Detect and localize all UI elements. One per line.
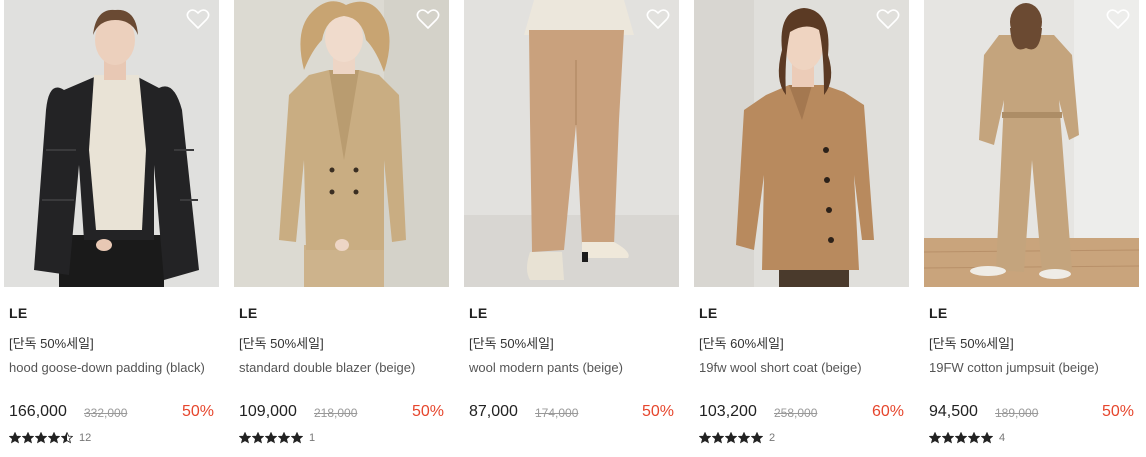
heart-outline-icon[interactable] xyxy=(876,8,900,30)
star-icon xyxy=(929,432,941,444)
product-card[interactable]: LE [단독 50%세일] 19FW cotton jumpsuit (beig… xyxy=(924,0,1139,457)
rating: 4 xyxy=(929,431,1005,445)
star-icon xyxy=(738,432,750,444)
star-icon xyxy=(22,432,34,444)
product-image[interactable] xyxy=(694,0,909,287)
product-grid: LE [단독 50%세일] hood goose-down padding (b… xyxy=(0,0,1146,457)
star-icon xyxy=(699,432,711,444)
sale-price: 109,000 xyxy=(239,403,297,420)
rating: 12 xyxy=(9,431,91,445)
product-image[interactable] xyxy=(464,0,679,287)
promo-label: [단독 50%세일] xyxy=(9,336,94,351)
star-icon xyxy=(751,432,763,444)
price-row: 87,000 174,000 50% xyxy=(469,403,674,423)
star-icon xyxy=(291,432,303,444)
star-icon xyxy=(239,432,251,444)
product-card[interactable]: LE [단독 50%세일] hood goose-down padding (b… xyxy=(4,0,219,457)
sale-price: 94,500 xyxy=(929,403,978,420)
product-card[interactable]: LE [단독 50%세일] wool modern pants (beige) … xyxy=(464,0,679,457)
review-count: 2 xyxy=(769,432,776,444)
star-icon xyxy=(712,432,724,444)
discount-rate: 50% xyxy=(1101,403,1134,420)
product-name[interactable]: standard double blazer (beige) xyxy=(239,360,444,376)
product-image[interactable] xyxy=(234,0,449,287)
discount-rate: 50% xyxy=(641,403,674,420)
price-row: 103,200 258,000 60% xyxy=(699,403,904,423)
price-row: 166,000 332,000 50% xyxy=(9,403,214,423)
review-count: 1 xyxy=(309,432,316,444)
discount-rate: 50% xyxy=(411,403,444,420)
star-icon xyxy=(278,432,290,444)
star-rating xyxy=(699,432,764,444)
heart-outline-icon[interactable] xyxy=(416,8,440,30)
star-icon xyxy=(955,432,967,444)
discount-rate: 50% xyxy=(181,403,214,420)
star-icon xyxy=(725,432,737,444)
promo-label: [단독 60%세일] xyxy=(699,336,784,351)
star-rating xyxy=(239,432,304,444)
original-price: 332,000 xyxy=(84,406,128,420)
star-icon xyxy=(968,432,980,444)
original-price: 174,000 xyxy=(535,406,579,420)
promo-label: [단독 50%세일] xyxy=(469,336,554,351)
product-name[interactable]: 19FW cotton jumpsuit (beige) xyxy=(929,360,1134,376)
original-price: 189,000 xyxy=(995,406,1039,420)
brand-name[interactable]: LE xyxy=(469,305,488,321)
product-name[interactable]: 19fw wool short coat (beige) xyxy=(699,360,904,376)
star-icon xyxy=(61,432,73,444)
sale-price: 87,000 xyxy=(469,403,518,420)
star-icon xyxy=(35,432,47,444)
star-icon xyxy=(265,432,277,444)
product-card[interactable]: LE [단독 60%세일] 19fw wool short coat (beig… xyxy=(694,0,909,457)
product-name[interactable]: wool modern pants (beige) xyxy=(469,360,674,376)
brand-name[interactable]: LE xyxy=(929,305,948,321)
promo-label: [단독 50%세일] xyxy=(239,336,324,351)
original-price: 258,000 xyxy=(774,406,818,420)
brand-name[interactable]: LE xyxy=(699,305,718,321)
product-image[interactable] xyxy=(4,0,219,287)
original-price: 218,000 xyxy=(314,406,358,420)
star-icon xyxy=(942,432,954,444)
rating: 1 xyxy=(239,431,315,445)
star-icon xyxy=(48,432,60,444)
price-row: 109,000 218,000 50% xyxy=(239,403,444,423)
star-icon xyxy=(252,432,264,444)
heart-outline-icon[interactable] xyxy=(186,8,210,30)
rating: 2 xyxy=(699,431,775,445)
price-row: 94,500 189,000 50% xyxy=(929,403,1134,423)
sale-price: 166,000 xyxy=(9,403,67,420)
brand-name[interactable]: LE xyxy=(239,305,258,321)
star-icon xyxy=(981,432,993,444)
heart-outline-icon[interactable] xyxy=(1106,8,1130,30)
heart-outline-icon[interactable] xyxy=(646,8,670,30)
product-card[interactable]: LE [단독 50%세일] standard double blazer (be… xyxy=(234,0,449,457)
product-image[interactable] xyxy=(924,0,1139,287)
sale-price: 103,200 xyxy=(699,403,757,420)
promo-label: [단독 50%세일] xyxy=(929,336,1014,351)
brand-name[interactable]: LE xyxy=(9,305,28,321)
star-icon xyxy=(9,432,21,444)
discount-rate: 60% xyxy=(871,403,904,420)
star-rating xyxy=(9,432,74,444)
review-count: 12 xyxy=(79,432,92,444)
product-name[interactable]: hood goose-down padding (black) xyxy=(9,360,214,376)
review-count: 4 xyxy=(999,432,1006,444)
star-rating xyxy=(929,432,994,444)
